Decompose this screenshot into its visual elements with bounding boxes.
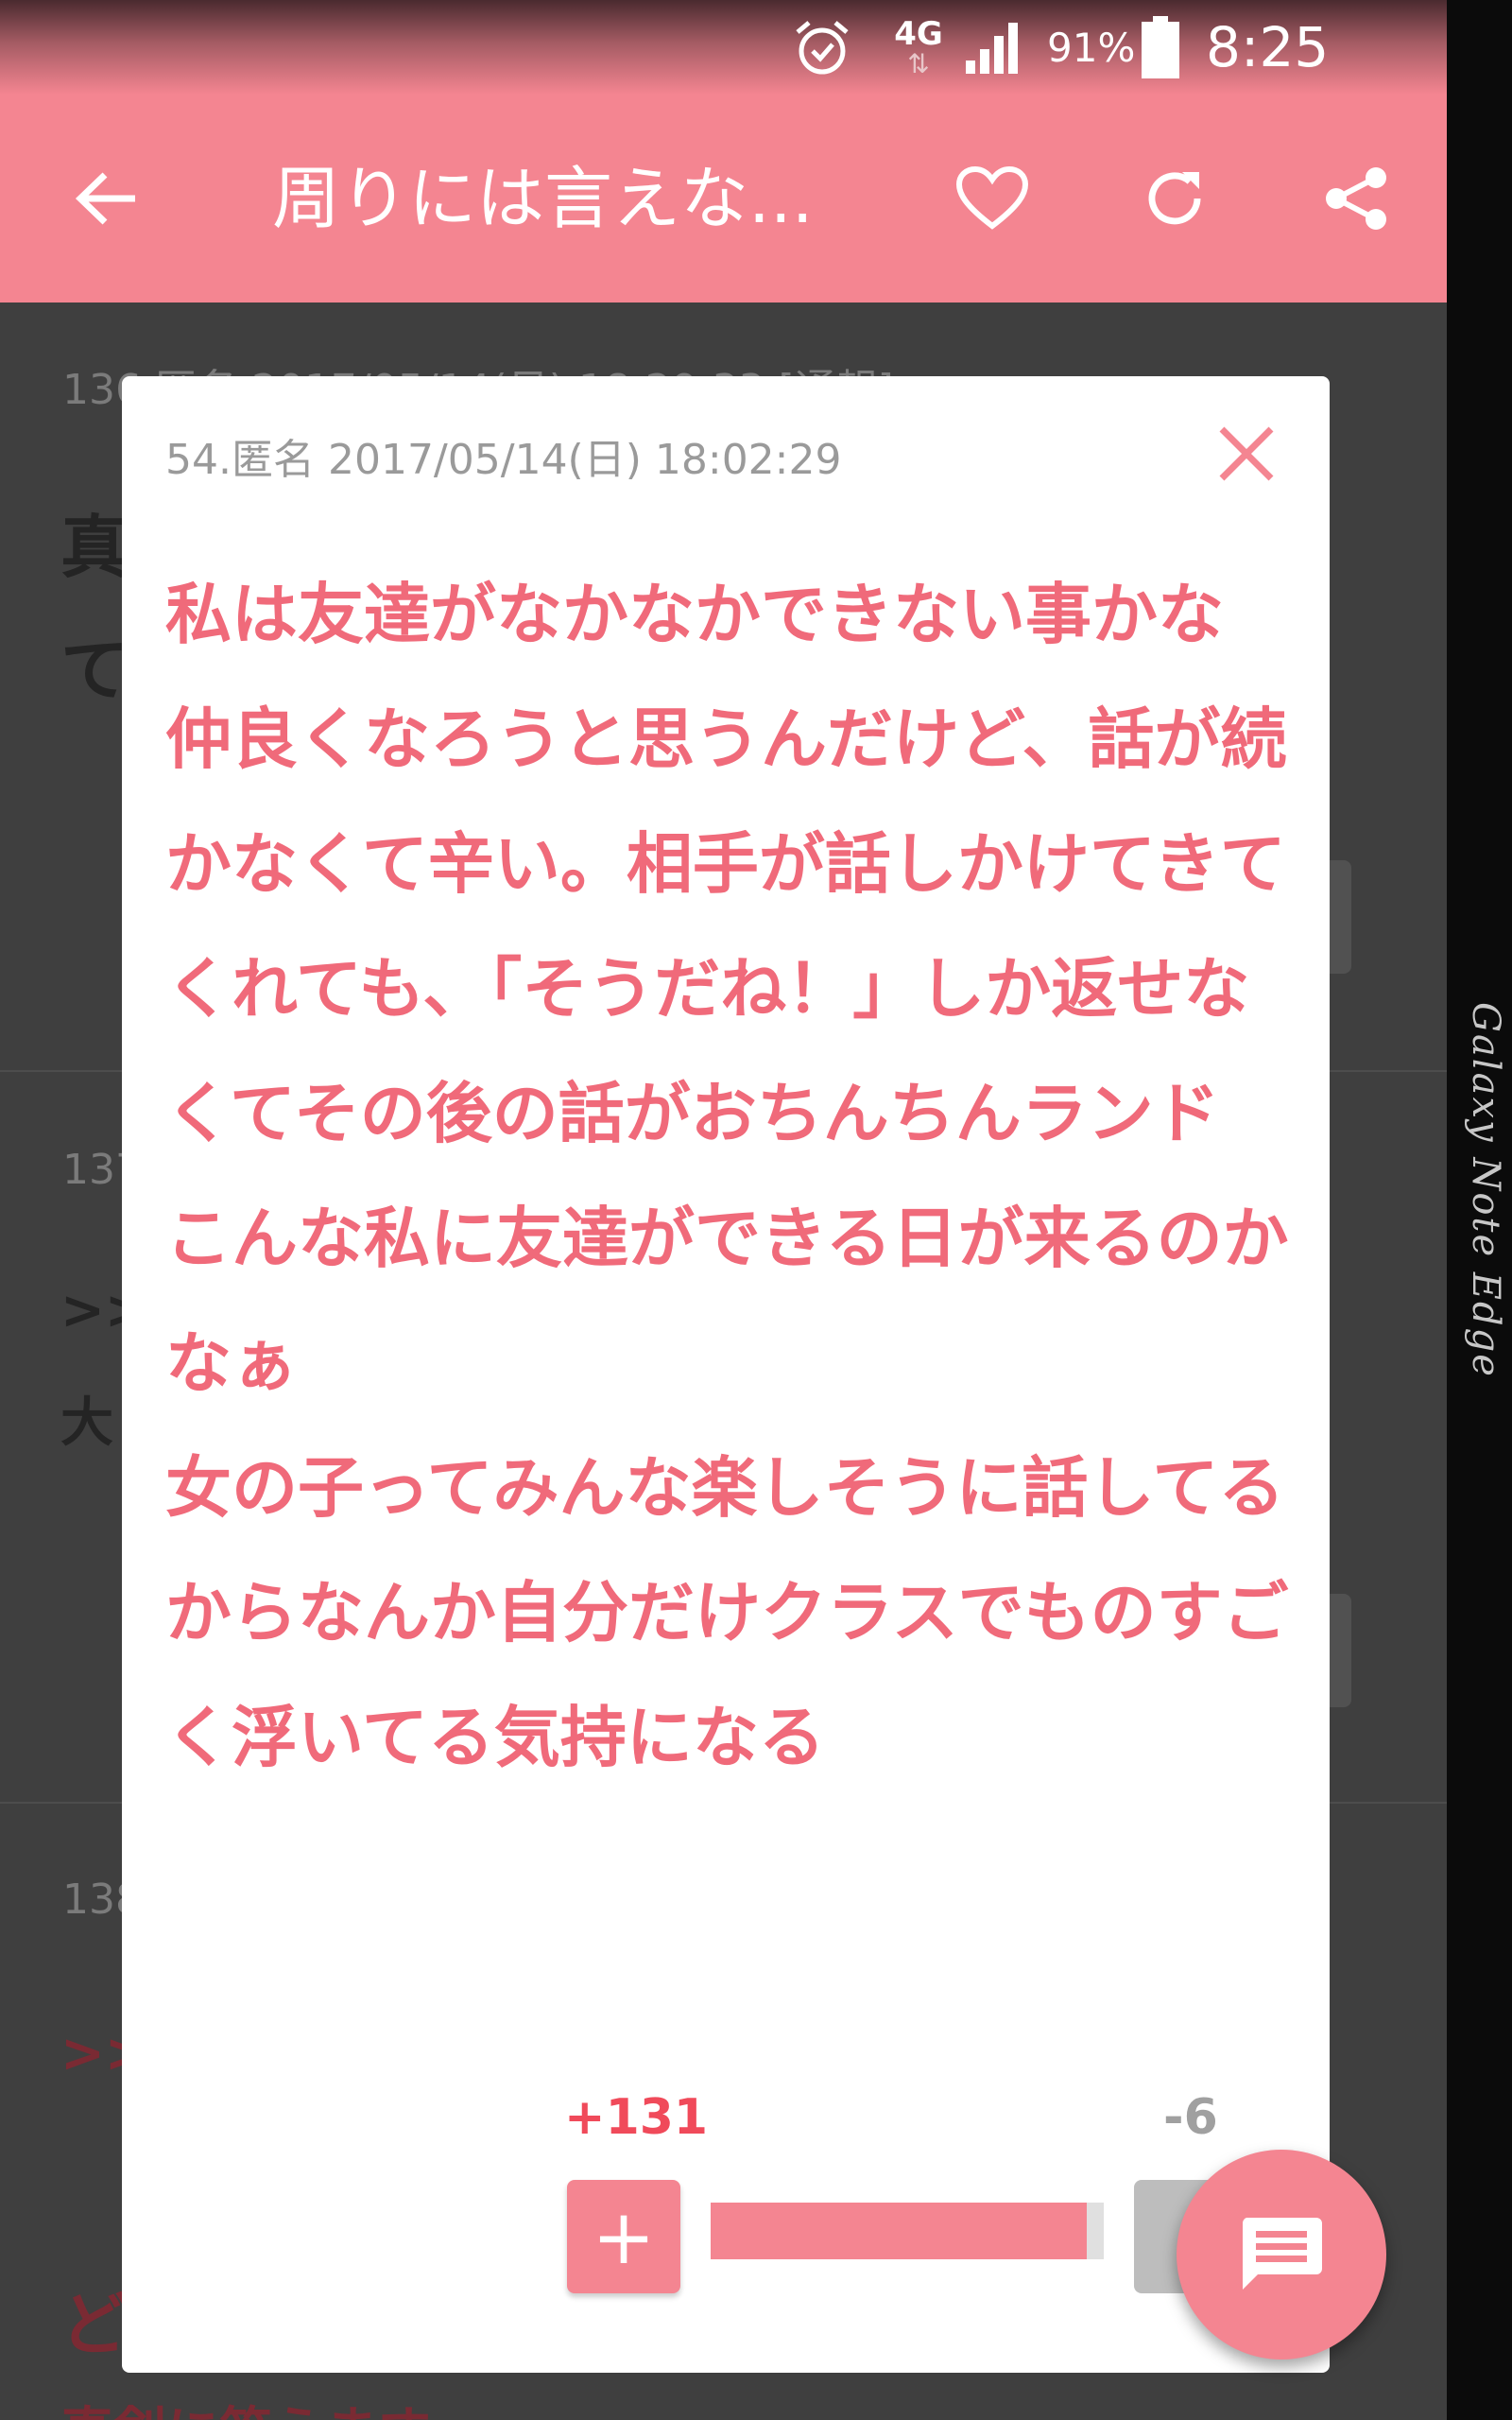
- refresh-button[interactable]: [1118, 142, 1231, 255]
- close-icon: [1219, 426, 1274, 481]
- comment-body-line: ど: [60, 2285, 129, 2364]
- comment-dialog: 54.匿名 2017/05/14(日) 18:02:29 私は友達がなかなかでき…: [122, 376, 1330, 2373]
- page-title: 周りには言えな...: [272, 159, 814, 238]
- plus-vote-button[interactable]: +: [567, 2180, 680, 2293]
- heart-icon: [955, 165, 1029, 230]
- data-arrows-icon: ⇅: [907, 48, 930, 79]
- close-button[interactable]: [1209, 416, 1284, 492]
- signal-icon: [964, 0, 1030, 95]
- network-type: 4G: [894, 15, 943, 53]
- share-icon: [1326, 167, 1386, 230]
- device-edge-label: Galaxy Note Edge: [1464, 1002, 1507, 1378]
- comment-body-line: 大: [60, 1392, 113, 1454]
- favorite-button[interactable]: [936, 142, 1049, 255]
- network-indicator: 4G ⇅: [890, 0, 947, 95]
- comment-body: 私は友達がなかなかできない事かな 仲良くなろうと思うんだけど、話が続かなくて辛い…: [165, 576, 1289, 1776]
- comment-body-line: 真剣に答えます: [60, 2390, 431, 2420]
- battery-percent: 91%: [1047, 24, 1136, 71]
- vote-ratio-fill: [711, 2203, 1087, 2259]
- clock: 8:25: [1206, 15, 1330, 79]
- comment-icon: [1242, 2218, 1322, 2290]
- plus-icon: +: [592, 2192, 656, 2281]
- phone-screen: 4G ⇅ 91% 8:25 周りには言えな... 真 て 137 >> 大 13…: [0, 0, 1447, 2420]
- alarm-icon: [792, 0, 858, 95]
- share-button[interactable]: [1300, 142, 1414, 255]
- comment-fab[interactable]: [1177, 2150, 1386, 2360]
- comment-body-line: て: [60, 631, 129, 710]
- minus-count: -6: [1163, 2089, 1218, 2146]
- status-bar: 4G ⇅ 91% 8:25: [0, 0, 1447, 95]
- arrow-left-icon: [75, 172, 135, 225]
- vote-ratio-bar: [711, 2203, 1104, 2259]
- plus-count: +131: [564, 2089, 709, 2146]
- battery-icon: [1142, 0, 1183, 95]
- refresh-icon: [1148, 172, 1201, 225]
- comment-body-line: 真: [60, 508, 129, 587]
- comment-meta: 54.匿名 2017/05/14(日) 18:02:29: [165, 436, 842, 484]
- back-button[interactable]: [49, 142, 163, 255]
